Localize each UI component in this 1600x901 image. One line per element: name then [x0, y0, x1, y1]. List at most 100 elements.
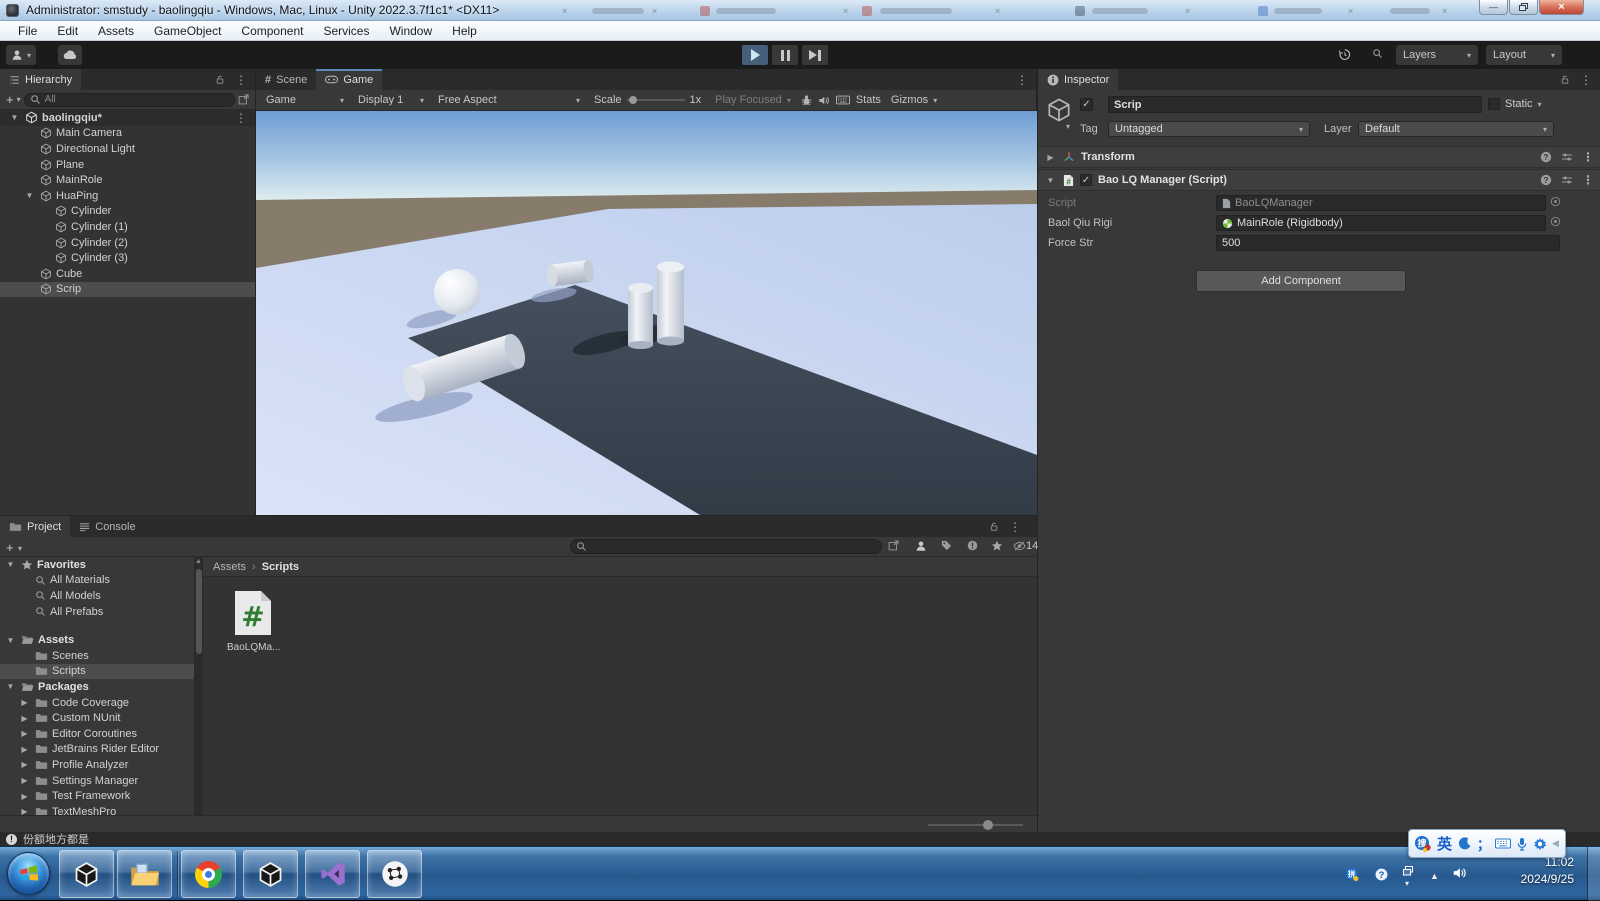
- chevron-down-icon[interactable]: ▾: [1538, 100, 1542, 109]
- show-desktop-button[interactable]: [1587, 847, 1600, 901]
- vsync-icon[interactable]: [835, 95, 850, 105]
- add-object-button[interactable]: +: [6, 92, 14, 107]
- tab-scene[interactable]: # Scene: [256, 69, 316, 90]
- thumbnail-zoom-slider[interactable]: [928, 820, 1023, 830]
- menu-assets[interactable]: Assets: [88, 21, 144, 41]
- start-button[interactable]: [7, 852, 50, 895]
- expand-arrow-icon[interactable]: ▶: [18, 729, 31, 738]
- game-viewport[interactable]: [256, 111, 1037, 515]
- project-tree-item-scenes[interactable]: Scenes: [0, 648, 194, 664]
- scroll-up-icon[interactable]: ▲: [194, 558, 203, 565]
- save-search-icon[interactable]: [991, 540, 1003, 552]
- taskbar-button-unity-editor[interactable]: [243, 850, 298, 898]
- project-tree-scrollbar[interactable]: ▲ ▼: [194, 557, 203, 832]
- transform-component-header[interactable]: ▶ Transform ? ⋮: [1038, 146, 1600, 168]
- scale-slider-track[interactable]: [626, 96, 685, 104]
- close-button[interactable]: ×: [1539, 0, 1584, 15]
- create-asset-button[interactable]: +: [6, 540, 14, 555]
- project-tree-item-settings-manager[interactable]: ▶ Settings Manager: [0, 773, 194, 789]
- project-tree-item-code-coverage[interactable]: ▶ Code Coverage: [0, 695, 194, 711]
- expand-arrow-icon[interactable]: ▼: [23, 191, 36, 200]
- tray-clock[interactable]: 11:02 2024/9/25: [1482, 854, 1574, 888]
- hierarchy-item-main-camera[interactable]: Main Camera: [0, 126, 255, 142]
- ime-fullhalf-moon-icon[interactable]: [1457, 836, 1472, 851]
- ime-collapse-icon[interactable]: ◀: [1552, 838, 1559, 849]
- ime-language-toggle[interactable]: 英: [1437, 833, 1452, 854]
- chevron-down-icon[interactable]: ▾: [18, 544, 22, 553]
- project-tree-item-editor-coroutines[interactable]: ▶ Editor Coroutines: [0, 726, 194, 742]
- minimize-button[interactable]: —: [1479, 0, 1508, 15]
- search-by-import-log-icon[interactable]: [967, 540, 978, 551]
- expand-arrow-icon[interactable]: ▼: [4, 636, 17, 645]
- project-tree-item-favorites[interactable]: ▼ Favorites: [0, 557, 194, 573]
- step-button[interactable]: [802, 45, 828, 65]
- ime-softkeyboard-icon[interactable]: [1495, 838, 1512, 849]
- layer-dropdown[interactable]: Default ▾: [1358, 121, 1554, 137]
- project-tree-item-all-prefabs[interactable]: All Prefabs: [0, 604, 194, 620]
- hierarchy-item-cylinder-1-[interactable]: Cylinder (1): [0, 219, 255, 235]
- tab-hierarchy[interactable]: Hierarchy: [0, 69, 82, 90]
- expand-arrow-icon[interactable]: ▶: [18, 776, 31, 785]
- hierarchy-item-huaping[interactable]: ▼ HuaPing: [0, 188, 255, 204]
- component-enabled-checkbox[interactable]: ✓: [1080, 174, 1092, 186]
- chevron-down-icon[interactable]: ▾: [17, 95, 21, 104]
- expand-arrow-icon[interactable]: ▼: [4, 682, 17, 691]
- mute-audio-icon[interactable]: [818, 95, 830, 106]
- taskbar-button-visual-studio[interactable]: [305, 850, 360, 898]
- kebab-menu-icon[interactable]: ⋮: [1582, 150, 1594, 164]
- project-tree-item-scripts[interactable]: Scripts: [0, 663, 194, 680]
- menu-services[interactable]: Services: [313, 21, 379, 41]
- search-icon[interactable]: [1372, 48, 1383, 59]
- zoom-slider-thumb[interactable]: [983, 820, 993, 830]
- layers-dropdown[interactable]: Layers ▾: [1396, 45, 1478, 65]
- force-value-input[interactable]: 500: [1216, 235, 1560, 251]
- open-new-window-icon[interactable]: [888, 540, 899, 551]
- taskbar-button-unity-hub[interactable]: [59, 850, 114, 898]
- tag-dropdown[interactable]: Untagged ▾: [1108, 121, 1310, 137]
- play-button[interactable]: [742, 45, 768, 65]
- tray-window-icon[interactable]: [1402, 865, 1414, 877]
- project-search-input[interactable]: [570, 539, 882, 554]
- hierarchy-item-mainrole[interactable]: MainRole: [0, 172, 255, 188]
- kebab-menu-icon[interactable]: ⋮: [1580, 73, 1592, 87]
- kebab-menu-icon[interactable]: ⋮: [1582, 173, 1594, 187]
- layout-dropdown[interactable]: Layout ▾: [1486, 45, 1562, 65]
- project-tree-item-all-materials[interactable]: All Materials: [0, 573, 194, 589]
- taskbar-button-chrome[interactable]: [181, 850, 236, 898]
- lock-icon[interactable]: [1560, 74, 1570, 85]
- menu-help[interactable]: Help: [442, 21, 487, 41]
- gameobject-name-field[interactable]: Scrip: [1108, 96, 1482, 113]
- hidden-packages-icon[interactable]: [1013, 541, 1026, 551]
- expand-arrow-icon[interactable]: ▶: [1044, 153, 1057, 162]
- breadcrumb-root[interactable]: Assets: [213, 561, 246, 573]
- status-bar[interactable]: ! 份额地方都是: [0, 832, 1600, 846]
- scrollbar-thumb[interactable]: [195, 569, 202, 654]
- script-object-field[interactable]: BaoLQManager: [1216, 195, 1546, 211]
- project-tree-item-packages[interactable]: ▼ Packages: [0, 679, 194, 695]
- tab-project[interactable]: Project: [0, 516, 71, 537]
- menu-file[interactable]: File: [8, 21, 47, 41]
- static-checkbox[interactable]: [1488, 98, 1500, 110]
- expand-arrow-icon[interactable]: ▶: [18, 714, 31, 723]
- active-checkbox[interactable]: ✓: [1080, 98, 1093, 111]
- undo-history-icon[interactable]: [1338, 48, 1351, 61]
- add-component-button[interactable]: Add Component: [1196, 270, 1406, 292]
- expand-arrow-icon[interactable]: ▶: [18, 760, 31, 769]
- taskbar-button-file-explorer[interactable]: [117, 850, 172, 898]
- debug-icon[interactable]: [801, 94, 812, 106]
- menu-edit[interactable]: Edit: [47, 21, 88, 41]
- menu-gameobject[interactable]: GameObject: [144, 21, 231, 41]
- menu-window[interactable]: Window: [379, 21, 442, 41]
- project-tree-item-test-framework[interactable]: ▶ Test Framework: [0, 788, 194, 804]
- ime-punctuation-toggle[interactable]: ；: [1477, 834, 1490, 853]
- ime-microphone-icon[interactable]: [1516, 837, 1528, 851]
- tab-game[interactable]: Game: [316, 69, 383, 90]
- display-dropdown[interactable]: Display 1 ▾: [354, 94, 428, 106]
- scale-slider[interactable]: Scale 1x: [590, 94, 705, 106]
- kebab-menu-icon[interactable]: ⋮: [1016, 73, 1028, 87]
- taskbar-button-auto-clicker[interactable]: [367, 850, 422, 898]
- expand-arrow-icon[interactable]: ▼: [8, 113, 21, 122]
- help-icon[interactable]: ?: [1540, 151, 1552, 163]
- hierarchy-item-cylinder-3-[interactable]: Cylinder (3): [0, 250, 255, 266]
- object-picker-icon[interactable]: [1550, 196, 1561, 207]
